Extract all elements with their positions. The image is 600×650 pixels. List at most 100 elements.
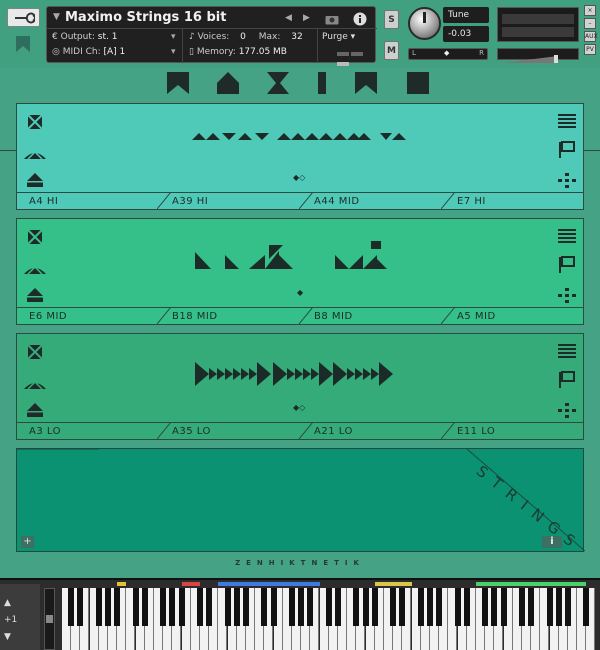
piano-black-key[interactable] — [353, 588, 360, 626]
piano-black-key[interactable] — [160, 588, 167, 626]
slot-lo-4[interactable]: E11 LO — [445, 423, 585, 440]
cross-box-icon[interactable] — [25, 112, 45, 132]
piano-black-key[interactable] — [555, 588, 562, 626]
flag-icon[interactable] — [557, 255, 577, 275]
piano-black-key[interactable] — [583, 588, 590, 626]
piano-black-key[interactable] — [105, 588, 111, 626]
piano-black-key[interactable] — [270, 588, 277, 626]
piano-black-key[interactable] — [243, 588, 249, 626]
pattern-display-hi[interactable] — [187, 126, 417, 150]
pitch-wheel[interactable] — [44, 588, 55, 650]
dome-icon[interactable] — [23, 144, 47, 164]
nav-bookmark-icon[interactable] — [166, 71, 190, 95]
slot-lo-3[interactable]: A21 LO — [302, 423, 442, 440]
octave-down-icon[interactable]: ▼ — [4, 632, 11, 642]
pv-button[interactable]: PV — [584, 44, 596, 55]
grid-dots-icon[interactable] — [557, 285, 577, 305]
next-instrument-icon[interactable]: ▶ — [303, 13, 310, 23]
minimize-icon[interactable]: – — [584, 18, 596, 29]
tune-knob[interactable] — [408, 7, 441, 40]
pan-slider[interactable]: L ◆ R — [408, 48, 488, 60]
piano-black-key[interactable] — [546, 588, 553, 626]
midi-dropdown-icon[interactable]: ▾ — [171, 47, 176, 57]
lines-icon[interactable] — [557, 112, 577, 132]
midi-channel-row[interactable]: ◎ MIDI Ch: [A] 1 — [52, 47, 125, 57]
dome-icon[interactable] — [23, 374, 47, 394]
piano-black-key[interactable] — [233, 588, 240, 626]
pattern-display-lo[interactable] — [187, 360, 417, 388]
slot-hi-1[interactable]: A4 HI — [17, 193, 157, 210]
piano-black-key[interactable] — [325, 588, 332, 626]
piano-black-key[interactable] — [132, 588, 139, 626]
piano-black-key[interactable] — [519, 588, 525, 626]
add-button[interactable]: + — [21, 536, 34, 548]
piano-black-key[interactable] — [491, 588, 498, 626]
max-value[interactable]: 32 — [291, 32, 302, 42]
tune-value[interactable]: -0.03 — [443, 26, 489, 42]
slot-mid-2[interactable]: B18 MID — [160, 308, 300, 325]
lines-icon[interactable] — [557, 227, 577, 247]
nav-hourglass-icon[interactable] — [266, 71, 290, 95]
piano-black-key[interactable] — [565, 588, 571, 626]
piano-black-key[interactable] — [298, 588, 305, 626]
piano-black-key[interactable] — [114, 588, 121, 626]
piano-black-key[interactable] — [141, 588, 148, 626]
piano-black-key[interactable] — [454, 588, 461, 626]
piano-black-key[interactable] — [436, 588, 443, 626]
nav-bookmark-2-icon[interactable] — [354, 71, 378, 95]
piano-black-key[interactable] — [289, 588, 295, 626]
house-icon[interactable] — [25, 400, 45, 420]
piano-black-key[interactable] — [77, 588, 84, 626]
lines-icon[interactable] — [557, 342, 577, 362]
aux-button[interactable]: AUX — [584, 31, 598, 42]
house-icon[interactable] — [25, 285, 45, 305]
slot-mid-3[interactable]: B8 MID — [302, 308, 442, 325]
piano-black-key[interactable] — [261, 588, 268, 626]
house-icon[interactable] — [25, 170, 45, 190]
piano-black-key[interactable] — [390, 588, 397, 626]
piano-black-key[interactable] — [417, 588, 424, 626]
volume-slider[interactable] — [497, 48, 579, 63]
solo-button[interactable]: S — [384, 10, 399, 29]
purge-dropdown[interactable]: Purge ▾ — [322, 32, 355, 42]
piano-black-key[interactable] — [169, 588, 176, 626]
piano-black-key[interactable] — [482, 588, 489, 626]
prev-instrument-icon[interactable]: ◀ — [285, 13, 292, 23]
flag-icon[interactable] — [557, 370, 577, 390]
piano-black-key[interactable] — [500, 588, 507, 626]
cross-box-icon[interactable] — [25, 227, 45, 247]
cross-box-icon[interactable] — [25, 342, 45, 362]
slot-hi-4[interactable]: E7 HI — [445, 193, 585, 210]
piano-black-key[interactable] — [68, 588, 75, 626]
piano-black-key[interactable] — [362, 588, 369, 626]
piano-black-key[interactable] — [463, 588, 470, 626]
info-button[interactable]: i — [542, 536, 562, 548]
slot-hi-2[interactable]: A39 HI — [160, 193, 300, 210]
piano-keys[interactable] — [62, 582, 598, 650]
piano-black-key[interactable] — [399, 588, 406, 626]
page-dots[interactable]: ◆◇ — [293, 403, 305, 412]
page-dots[interactable]: ◆ — [297, 288, 303, 297]
mute-button[interactable]: M — [384, 41, 399, 60]
piano-black-key[interactable] — [335, 588, 341, 626]
dome-icon[interactable] — [23, 259, 47, 279]
output-dropdown-icon[interactable]: ▾ — [171, 32, 176, 42]
slot-mid-1[interactable]: E6 MID — [17, 308, 157, 325]
output-row[interactable]: € Output: st. 1 — [52, 32, 117, 42]
wrench-icon[interactable] — [7, 8, 40, 27]
grid-dots-icon[interactable] — [557, 400, 577, 420]
info-icon[interactable] — [351, 10, 369, 28]
piano-black-key[interactable] — [178, 588, 185, 626]
bookmark-icon[interactable] — [14, 35, 32, 53]
page-dots[interactable]: ◆◇ — [293, 173, 305, 182]
piano-black-key[interactable] — [95, 588, 102, 626]
camera-icon[interactable] — [323, 10, 341, 28]
slot-lo-1[interactable]: A3 LO — [17, 423, 157, 440]
piano-black-key[interactable] — [371, 588, 378, 626]
piano-black-key[interactable] — [427, 588, 433, 626]
octave-up-icon[interactable]: ▲ — [4, 598, 11, 608]
grid-dots-icon[interactable] — [557, 170, 577, 190]
piano-black-key[interactable] — [307, 588, 314, 626]
piano-black-key[interactable] — [206, 588, 213, 626]
pan-handle[interactable]: ◆ — [444, 49, 449, 57]
